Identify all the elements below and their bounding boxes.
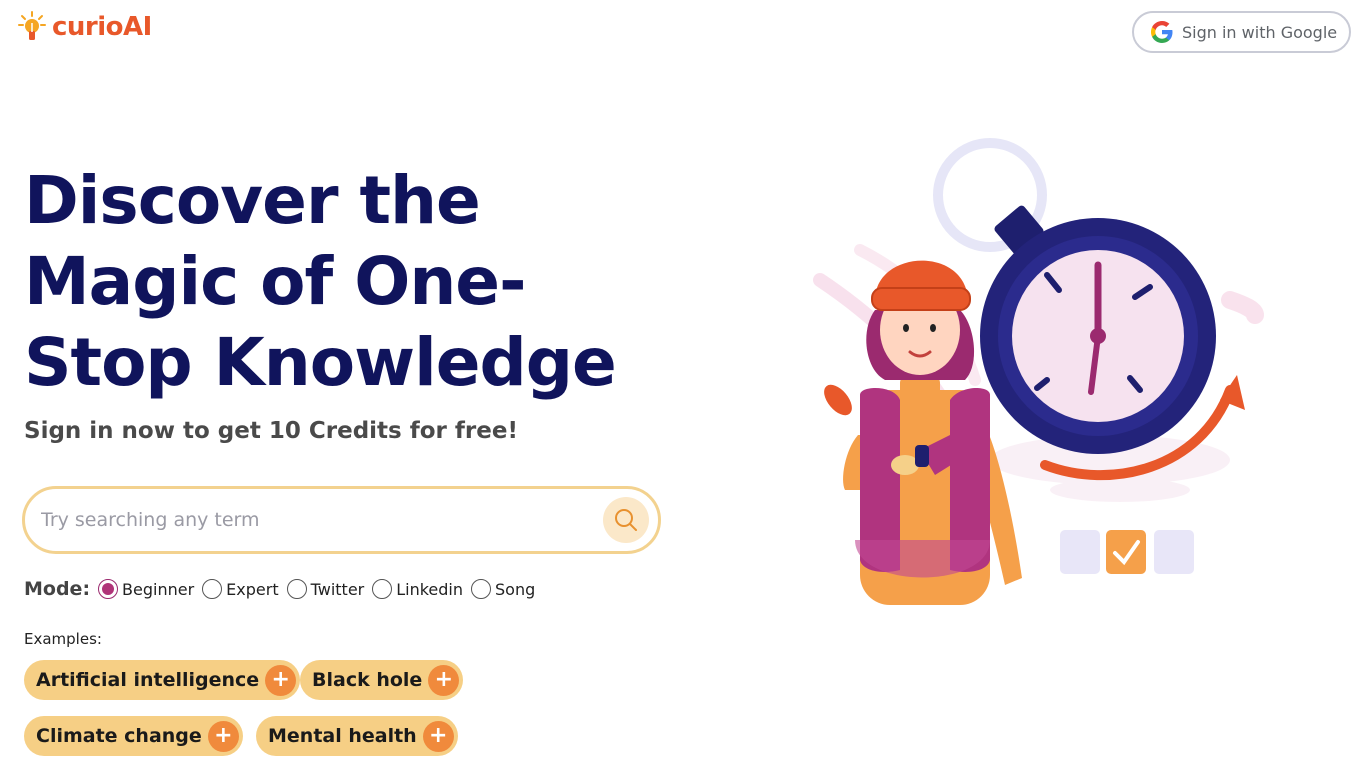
radio-button[interactable] <box>98 579 119 599</box>
radio-button[interactable] <box>471 579 492 599</box>
mode-option-label: Beginner <box>122 579 195 599</box>
plus-icon: + <box>422 720 454 752</box>
subtitle: Sign in now to get 10 Credits for free! <box>24 418 518 444</box>
mode-label: Mode: <box>24 578 91 600</box>
orange-leaf <box>824 384 852 416</box>
radio-button[interactable] <box>286 579 307 599</box>
example-chip-black-hole[interactable]: Black hole + <box>300 660 464 700</box>
mode-option-label: Twitter <box>310 579 365 599</box>
page-title: Discover the Magic of One- Stop Knowledg… <box>24 160 664 403</box>
example-chip-label: Artificial intelligence <box>36 669 260 691</box>
sign-in-label: Sign in with Google <box>1182 22 1338 42</box>
google-g-icon <box>1151 21 1173 43</box>
hero-illustration <box>813 138 1264 605</box>
sign-in-with-google-button[interactable]: Sign in with Google <box>1132 11 1351 53</box>
example-chip-label: Mental health <box>268 725 417 747</box>
title-line-3: Stop Knowledge <box>24 324 617 401</box>
mode-option-twitter[interactable]: Twitter <box>286 579 365 599</box>
title-line-2: Magic of One- <box>24 243 526 320</box>
example-chip-label: Black hole <box>312 669 423 691</box>
search-button[interactable] <box>603 497 649 543</box>
radio-button[interactable] <box>202 579 223 599</box>
examples-label: Examples: <box>24 630 102 648</box>
search-bar <box>22 486 661 554</box>
lightbulb-icon <box>18 11 46 40</box>
empty-box <box>1154 530 1194 574</box>
mode-option-label: Expert <box>226 579 279 599</box>
radio-selected-dot <box>102 583 115 595</box>
search-icon <box>615 509 637 531</box>
mode-option-linkedin[interactable]: Linkedin <box>372 579 463 599</box>
example-chip-climate-change[interactable]: Climate change + <box>24 716 243 756</box>
example-chip-mental-health[interactable]: Mental health + <box>256 716 458 756</box>
plus-icon: + <box>265 664 297 696</box>
brand-name: curioAI <box>52 12 152 42</box>
mode-option-expert[interactable]: Expert <box>202 579 279 599</box>
mode-option-song[interactable]: Song <box>471 579 535 599</box>
mode-option-beginner[interactable]: Beginner <box>98 579 194 599</box>
mode-option-label: Linkedin <box>396 579 464 599</box>
plus-icon: + <box>428 664 460 696</box>
empty-box <box>1060 530 1100 574</box>
title-line-1: Discover the <box>24 162 481 239</box>
stopwatch-icon <box>980 205 1216 454</box>
example-chip-artificial-intelligence[interactable]: Artificial intelligence + <box>24 660 301 700</box>
mode-selector: Mode: Beginner Expert Twitter Linkedin S… <box>24 578 543 600</box>
radio-button[interactable] <box>372 579 393 599</box>
example-chip-label: Climate change <box>36 725 202 747</box>
plus-icon: + <box>207 720 239 752</box>
checked-box <box>1106 530 1146 574</box>
search-input[interactable] <box>41 509 603 531</box>
logo[interactable]: curioAI <box>18 10 152 44</box>
mode-option-label: Song <box>495 579 536 599</box>
